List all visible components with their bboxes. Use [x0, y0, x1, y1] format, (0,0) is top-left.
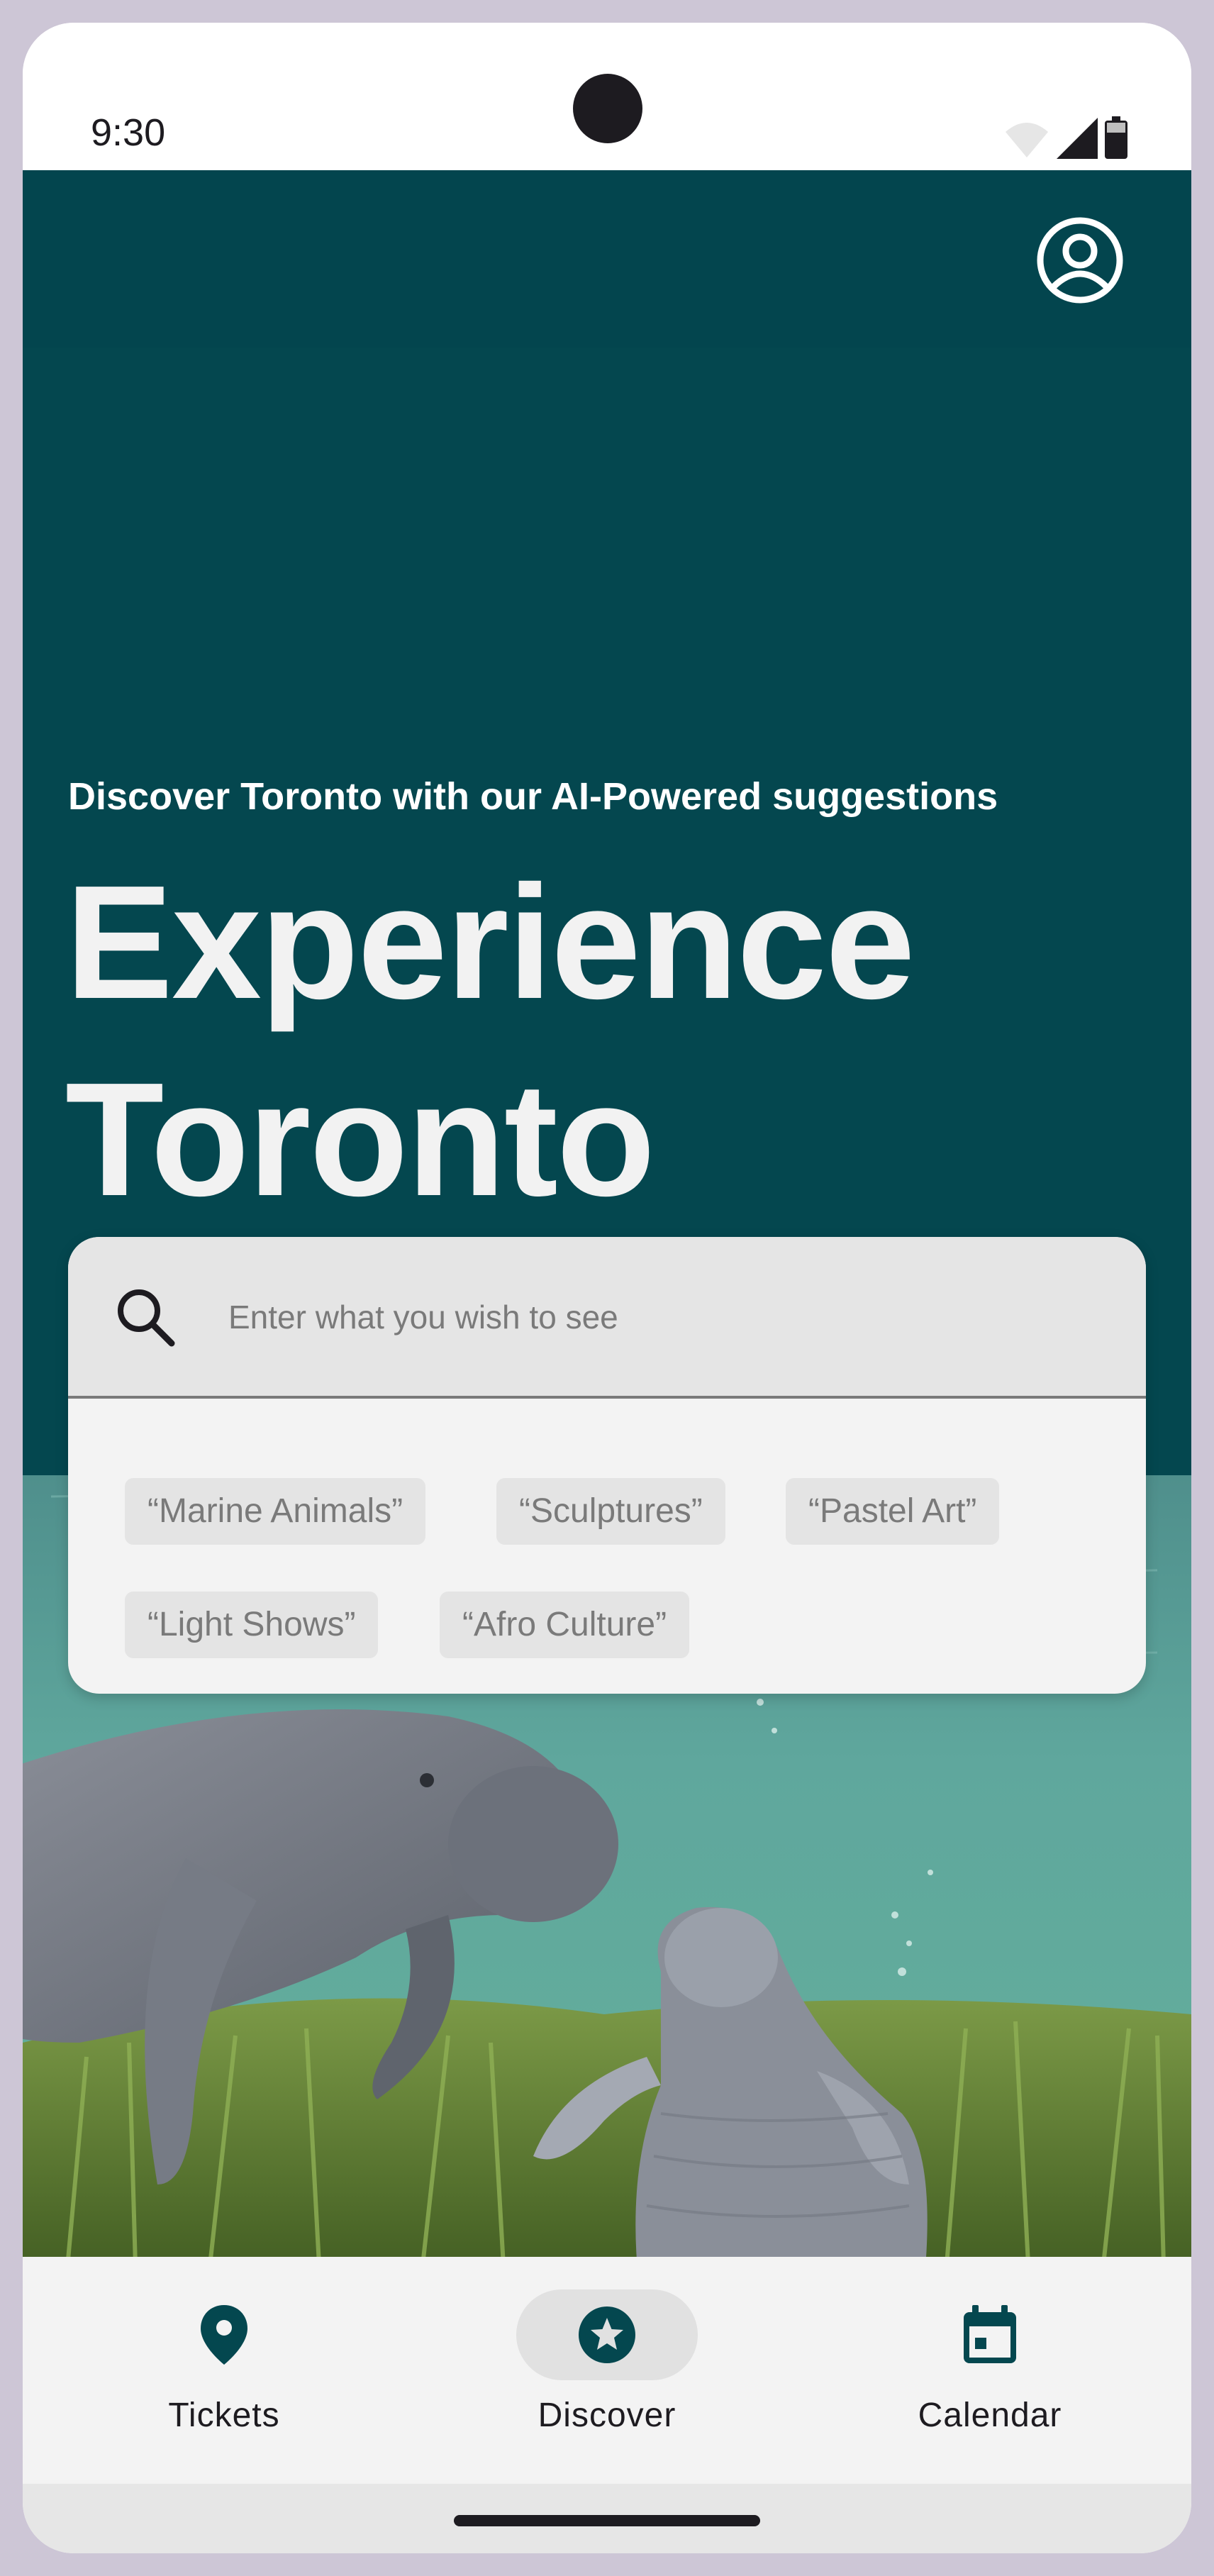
wifi-icon — [1006, 123, 1048, 157]
device-frame: 9:30 Discover Toronto with our AI-Powere… — [0, 0, 1214, 2576]
search-card: “Marine Animals” “Sculptures” “Pastel Ar… — [68, 1237, 1146, 1694]
status-icons — [1004, 116, 1127, 159]
hero-title-line-2: Toronto — [65, 1050, 655, 1230]
cell-signal-icon — [1057, 118, 1098, 159]
suggestion-chip-afro-culture[interactable]: “Afro Culture” — [440, 1592, 690, 1658]
camera-cutout — [573, 74, 642, 143]
nav-icon-container — [516, 2289, 698, 2380]
suggestion-chip-marine-animals[interactable]: “Marine Animals” — [125, 1478, 426, 1545]
status-bar: 9:30 — [23, 23, 1191, 170]
suggestion-chip-sculptures[interactable]: “Sculptures” — [496, 1478, 725, 1545]
search-icon — [118, 1289, 175, 1347]
search-bar[interactable] — [68, 1237, 1146, 1399]
hero-title: Experience Toronto — [65, 844, 1058, 1238]
status-time: 9:30 — [91, 111, 166, 154]
nav-item-discover[interactable]: Discover — [479, 2257, 735, 2484]
nav-label-calendar: Calendar — [918, 2397, 1062, 2434]
hero-subtitle: Discover Toronto with our AI-Powered sug… — [68, 775, 998, 818]
account-circle-icon[interactable] — [1037, 217, 1123, 304]
hero-title-line-1: Experience — [65, 853, 915, 1033]
nav-item-tickets[interactable]: Tickets — [96, 2257, 352, 2484]
nav-icon-container — [133, 2289, 315, 2380]
location-pin-icon — [201, 2305, 247, 2365]
battery-icon — [1105, 116, 1127, 159]
suggestion-chip-light-shows[interactable]: “Light Shows” — [125, 1592, 379, 1658]
nav-item-calendar[interactable]: Calendar — [862, 2257, 1118, 2484]
calendar-icon — [964, 2305, 1016, 2363]
top-app-bar — [23, 170, 1191, 348]
star-circle-icon — [579, 2306, 635, 2363]
suggestion-chip-pastel-art[interactable]: “Pastel Art” — [786, 1478, 1000, 1545]
search-input[interactable] — [227, 1281, 1081, 1353]
bottom-navigation: Tickets Discover Calendar — [23, 2257, 1191, 2484]
app-screen: 9:30 Discover Toronto with our AI-Powere… — [23, 23, 1191, 2553]
home-gesture-bar[interactable] — [454, 2515, 760, 2526]
nav-label-discover: Discover — [538, 2397, 676, 2434]
nav-icon-container — [899, 2289, 1081, 2380]
nav-label-tickets: Tickets — [168, 2397, 280, 2434]
